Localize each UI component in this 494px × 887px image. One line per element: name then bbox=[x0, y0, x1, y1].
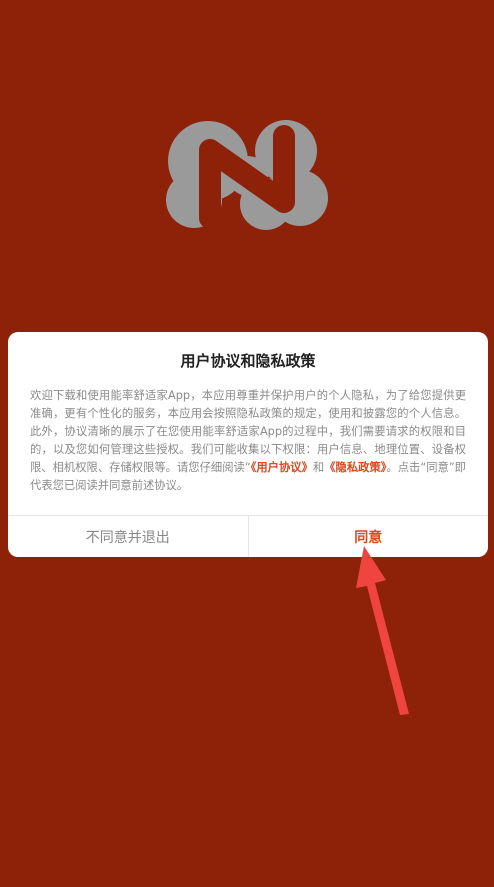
dialog-body: 欢迎下载和使用能率舒适家App，本应用尊重并保护用户的个人隐私，为了给您提供更准… bbox=[30, 387, 466, 495]
privacy-policy-link[interactable]: 《隐私政策》 bbox=[324, 461, 386, 474]
agree-button[interactable]: 同意 bbox=[249, 516, 489, 557]
user-agreement-link[interactable]: 《用户协议》 bbox=[251, 461, 313, 474]
dialog-actions: 不同意并退出 同意 bbox=[8, 515, 488, 557]
dialog-title: 用户协议和隐私政策 bbox=[180, 352, 316, 370]
privacy-dialog: 用户协议和隐私政策 欢迎下载和使用能率舒适家App，本应用尊重并保护用户的个人隐… bbox=[8, 332, 488, 557]
red-arrow-icon bbox=[356, 546, 409, 715]
disagree-exit-button[interactable]: 不同意并退出 bbox=[8, 516, 249, 557]
dialog-body-conjunction: 和 bbox=[312, 461, 325, 474]
app-logo-icon bbox=[166, 120, 328, 230]
